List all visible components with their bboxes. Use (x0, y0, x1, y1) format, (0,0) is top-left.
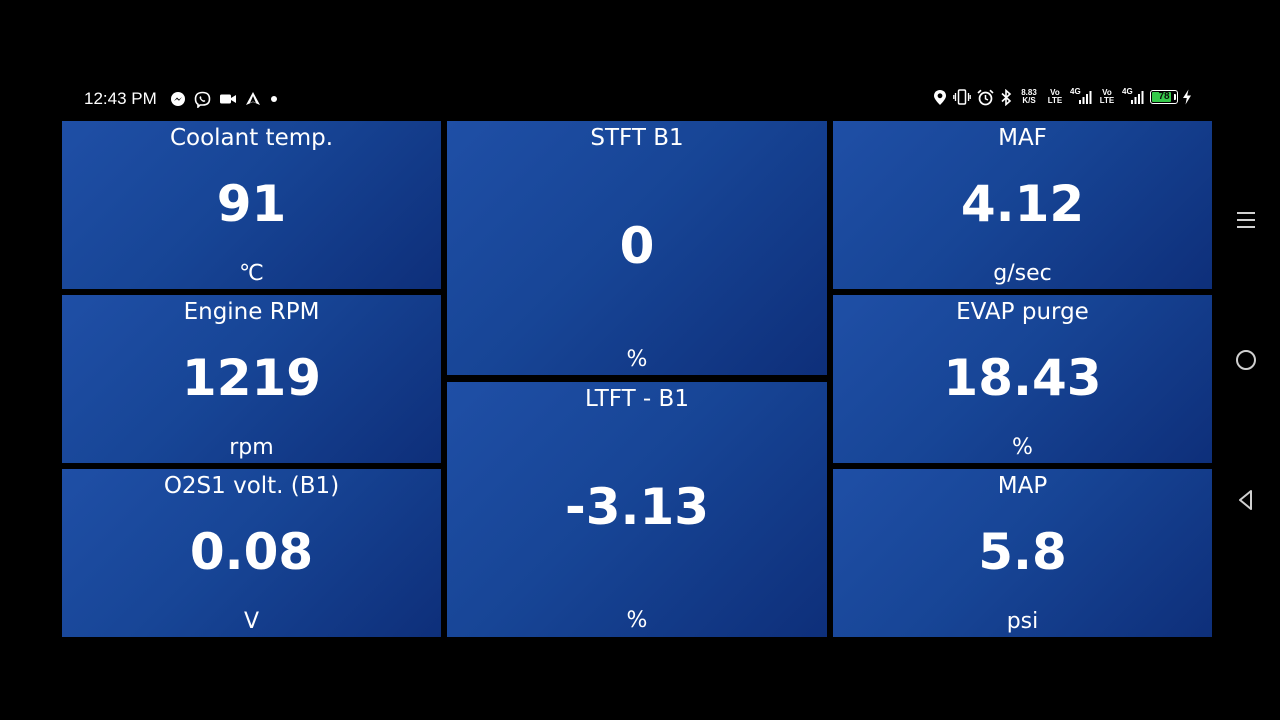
tile-title: STFT B1 (590, 125, 684, 151)
maf-tile[interactable]: MAF 4.12 g/sec (833, 121, 1212, 289)
tile-title: Engine RPM (183, 299, 320, 325)
network-speed: 8.83 K/S (1021, 88, 1037, 105)
tile-unit: V (243, 609, 260, 634)
coolant-temp-tile[interactable]: Coolant temp. 91 ℃ (62, 121, 441, 289)
ltft-b1-tile[interactable]: LTFT - B1 -3.13 % (447, 382, 827, 637)
tile-value: 18.43 (943, 349, 1102, 407)
home-button[interactable] (1234, 348, 1258, 372)
back-triangle-icon (1239, 490, 1252, 510)
video-camera-icon (219, 90, 237, 108)
signal-sim2: 4G (1122, 88, 1144, 106)
location-icon (933, 88, 947, 106)
navigation-icon (245, 90, 261, 108)
o2s1-volt-tile[interactable]: O2S1 volt. (B1) 0.08 V (62, 469, 441, 637)
tile-value: 5.8 (978, 523, 1067, 581)
viber-icon (194, 90, 211, 108)
lightning-icon (1182, 88, 1192, 106)
status-time: 12:43 PM (84, 89, 157, 108)
battery-level: 78 (1158, 91, 1170, 102)
tile-unit: rpm (229, 435, 274, 460)
tile-title: MAP (997, 473, 1048, 499)
screen: 12:43 PM 8.83 K/S Vo LTE 4G Vo LTE 4G 78… (0, 0, 1280, 720)
tile-unit: % (626, 608, 648, 633)
bluetooth-icon (1000, 88, 1012, 106)
status-bar: 12:43 PM 8.83 K/S Vo LTE 4G Vo LTE 4G 78 (0, 84, 1280, 114)
home-circle-icon (1236, 350, 1256, 370)
tile-title: Coolant temp. (169, 125, 334, 151)
tile-value: -3.13 (564, 478, 710, 536)
tile-value: 1219 (181, 349, 322, 407)
dot-icon (269, 90, 279, 108)
map-tile[interactable]: MAP 5.8 psi (833, 469, 1212, 637)
messenger-icon (170, 90, 186, 108)
menu-icon (1237, 212, 1255, 228)
evap-purge-tile[interactable]: EVAP purge 18.43 % (833, 295, 1212, 463)
system-status-icons: 8.83 K/S Vo LTE 4G Vo LTE 4G 78 (933, 88, 1192, 106)
battery-icon: 78 (1150, 90, 1178, 104)
tile-title: MAF (998, 125, 1047, 151)
tile-title: LTFT - B1 (585, 386, 689, 412)
tile-value: 0 (619, 217, 655, 275)
tile-unit: g/sec (993, 261, 1052, 286)
alarm-icon (977, 88, 994, 106)
notification-icons (170, 90, 279, 108)
tile-value: 0.08 (189, 523, 314, 581)
menu-button[interactable] (1234, 208, 1258, 232)
stft-b1-tile[interactable]: STFT B1 0 % (447, 121, 827, 375)
engine-rpm-tile[interactable]: Engine RPM 1219 rpm (62, 295, 441, 463)
tile-unit: psi (1006, 609, 1039, 634)
tile-unit: % (626, 347, 648, 372)
tile-title: EVAP purge (956, 299, 1089, 325)
tile-unit: % (1012, 435, 1033, 460)
tile-value: 4.12 (960, 175, 1085, 233)
signal-sim1: 4G (1070, 88, 1092, 106)
volte-sim2: Vo LTE (1099, 88, 1115, 105)
tile-title: O2S1 volt. (B1) (163, 473, 340, 499)
back-button[interactable] (1234, 488, 1258, 512)
volte-sim1: Vo LTE (1047, 88, 1063, 105)
vibrate-icon (953, 88, 971, 106)
tile-unit: ℃ (239, 261, 264, 286)
tile-value: 91 (216, 175, 287, 233)
battery-indicator: 78 (1150, 88, 1178, 106)
